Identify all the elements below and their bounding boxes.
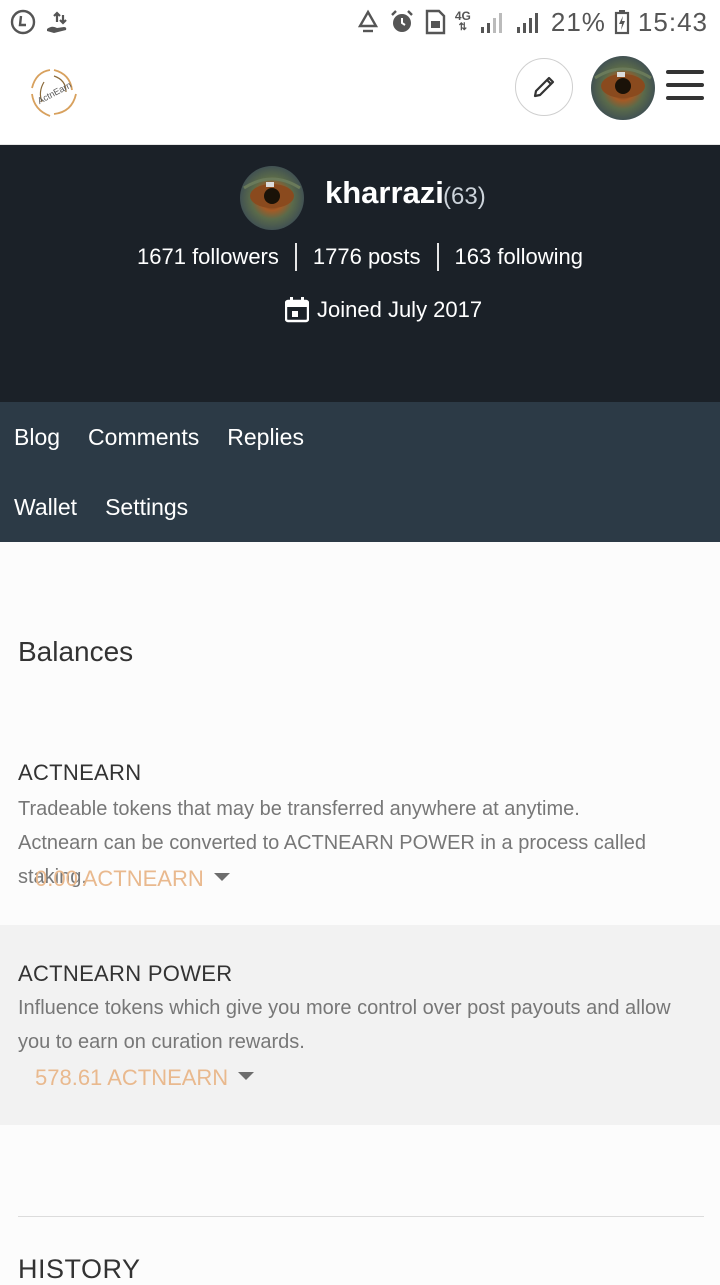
battery-percent: 21%: [550, 6, 606, 37]
reputation-score: (63): [443, 183, 486, 210]
profile-nav: Blog Comments Replies Wallet Settings: [0, 402, 720, 542]
actnearn-power-title: ACTNEARN POWER: [18, 961, 233, 986]
posts-count: 1776 posts: [312, 244, 421, 269]
recycle-icon: [355, 9, 381, 35]
actnearn-power-description: Influence tokens which give you more con…: [18, 997, 671, 1053]
logo-text: ActnEarn: [36, 80, 73, 106]
hand-transfer-icon: [44, 9, 70, 35]
profile-avatar: [240, 166, 304, 230]
following-count[interactable]: 163 following: [455, 244, 583, 270]
actnearn-logo[interactable]: ActnEarn: [26, 64, 82, 120]
network-type-label: 4G ⇅: [454, 9, 471, 33]
actnearn-amount: 0.00 ACTNEARN: [35, 866, 204, 891]
nav-comments[interactable]: Comments: [88, 424, 199, 451]
user-avatar-menu[interactable]: [591, 56, 655, 120]
profile-stats: 1671 followers 1776 posts 163 following: [0, 243, 720, 271]
actnearn-title: ACTNEARN: [18, 760, 142, 785]
stats-divider: [294, 243, 297, 271]
nav-blog[interactable]: Blog: [14, 424, 60, 451]
actnearn-power-section: ACTNEARN POWER Influence tokens which gi…: [0, 925, 720, 1125]
history-heading: HISTORY: [18, 1254, 141, 1284]
nav-settings[interactable]: Settings: [105, 494, 188, 521]
stats-divider: [436, 243, 439, 271]
signal-icon: [479, 10, 507, 34]
litecoin-icon: [10, 9, 36, 35]
alarm-icon: [389, 9, 415, 35]
pencil-icon: [533, 76, 555, 98]
clock-time: 15:43: [637, 6, 708, 37]
app-header: ActnEarn: [0, 44, 720, 145]
actnearn-power-amount: 578.61 ACTNEARN: [35, 1065, 229, 1090]
nav-wallet[interactable]: Wallet: [14, 494, 77, 521]
balances-heading: Balances: [18, 636, 134, 667]
status-bar: 4G ⇅ 21% 15:43: [0, 0, 720, 44]
profile-banner: kharrazi (63) 1671 followers 1776 posts …: [0, 145, 720, 402]
caret-down-icon: [213, 873, 230, 881]
actnearn-power-amount-dropdown[interactable]: 578.61 ACTNEARN: [35, 1065, 255, 1091]
hamburger-menu-icon[interactable]: [666, 70, 704, 104]
caret-down-icon: [238, 1072, 255, 1080]
joined-date: Joined July 2017: [285, 297, 482, 323]
eye-avatar-image: [240, 166, 304, 230]
nav-replies[interactable]: Replies: [227, 424, 304, 451]
actnearn-desc-line1: Tradeable tokens that may be transferred…: [18, 798, 580, 820]
calendar-icon: [285, 297, 309, 323]
battery-charging-icon: [614, 9, 630, 35]
eye-avatar-image: [591, 56, 655, 120]
followers-count[interactable]: 1671 followers: [137, 244, 279, 270]
profile-username: kharrazi: [325, 175, 444, 210]
sim-card-icon: [423, 9, 447, 35]
actnearn-balance-section: ACTNEARN Tradeable tokens that may be tr…: [0, 760, 720, 925]
section-divider: [18, 1216, 704, 1217]
joined-text: Joined July 2017: [317, 297, 483, 322]
edit-button[interactable]: [515, 58, 573, 116]
signal-icon-2: [515, 10, 543, 34]
actnearn-amount-dropdown[interactable]: 0.00 ACTNEARN: [35, 866, 230, 892]
